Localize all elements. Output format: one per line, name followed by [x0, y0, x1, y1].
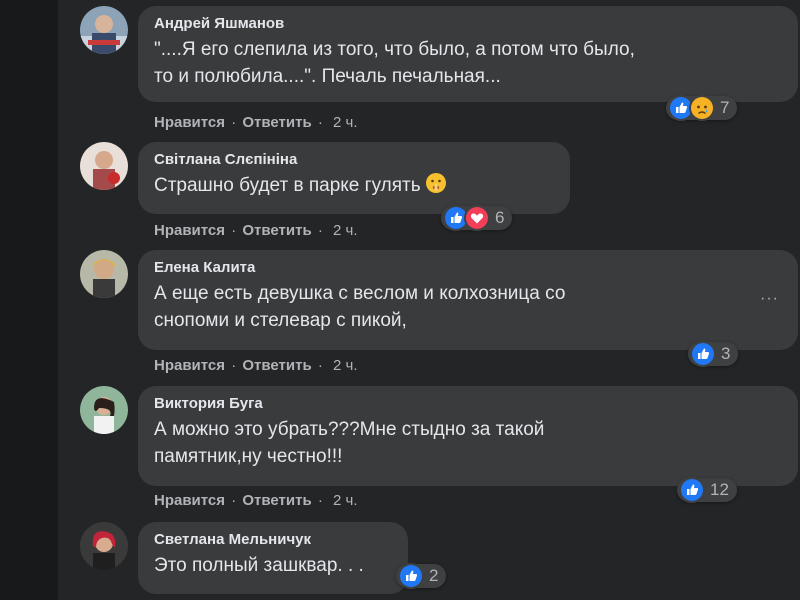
reply-button[interactable]: Ответить: [242, 222, 311, 239]
author-name[interactable]: Світлана Слєпініна: [154, 150, 554, 169]
comment-bubble: Виктория Буга А можно это убрать???Мне с…: [138, 386, 798, 486]
reply-button[interactable]: Ответить: [242, 492, 311, 509]
comment-text: Это полный зашквар. . .: [154, 555, 364, 576]
comment-actions: Нравится · Ответить · 2 ч.: [154, 492, 358, 509]
reaction-count: 3: [721, 344, 731, 363]
avatar[interactable]: [80, 6, 128, 54]
like-icon: [398, 563, 424, 589]
like-button[interactable]: Нравится: [154, 357, 225, 374]
reaction-summary[interactable]: 7: [666, 95, 738, 121]
reaction-summary[interactable]: 12: [677, 477, 737, 503]
more-options-icon[interactable]: ···: [760, 290, 779, 308]
avatar[interactable]: [80, 386, 128, 434]
like-icon: [679, 477, 705, 503]
reaction-count: 7: [720, 98, 730, 117]
reaction-summary[interactable]: 6: [441, 205, 513, 231]
timestamp[interactable]: 2 ч.: [333, 492, 358, 509]
author-name[interactable]: Елена Калита: [154, 258, 782, 277]
avatar[interactable]: [80, 250, 128, 298]
author-name[interactable]: Андрей Яшманов: [154, 14, 782, 33]
shushing-face-emoji: [425, 172, 447, 202]
timestamp[interactable]: 2 ч.: [333, 357, 358, 374]
comment-text: А можно это убрать???Мне стыдно за такой…: [154, 419, 545, 467]
comment-actions: Нравится · Ответить · 2 ч.: [154, 222, 358, 239]
love-icon: [464, 205, 490, 231]
comment-bubble: Елена Калита А еще есть девушка с веслом…: [138, 250, 798, 350]
reply-button[interactable]: Ответить: [242, 357, 311, 374]
reaction-count: 6: [495, 208, 505, 227]
like-button[interactable]: Нравится: [154, 492, 225, 509]
timestamp[interactable]: 2 ч.: [333, 222, 358, 239]
avatar[interactable]: [80, 142, 128, 190]
comment-bubble: Светлана Мельничук Это полный зашквар. .…: [138, 522, 408, 594]
like-icon: [690, 341, 716, 367]
comment-bubble: Світлана Слєпініна Страшно будет в парке…: [138, 142, 570, 214]
comment-actions: Нравится · Ответить · 2 ч.: [154, 357, 358, 374]
timestamp[interactable]: 2 ч.: [333, 114, 358, 131]
sad-icon: [689, 95, 715, 121]
comment-bubble: Андрей Яшманов "....Я его слепила из тог…: [138, 6, 798, 102]
reply-button[interactable]: Ответить: [242, 114, 311, 131]
comments-panel: Андрей Яшманов "....Я его слепила из тог…: [58, 0, 800, 600]
author-name[interactable]: Светлана Мельничук: [154, 530, 392, 549]
comment-text: "....Я его слепила из того, что было, а …: [154, 39, 635, 87]
reaction-summary[interactable]: 3: [688, 341, 739, 367]
like-button[interactable]: Нравится: [154, 114, 225, 131]
author-name[interactable]: Виктория Буга: [154, 394, 782, 413]
comment-text: Страшно будет в парке гулять: [154, 172, 554, 202]
comment-actions: Нравится · Ответить · 2 ч.: [154, 114, 358, 131]
reaction-count: 2: [429, 566, 439, 585]
avatar[interactable]: [80, 522, 128, 570]
reaction-summary[interactable]: 2: [396, 563, 447, 589]
reaction-count: 12: [710, 480, 729, 499]
comment-text: А еще есть девушка с веслом и колхозница…: [154, 283, 566, 331]
like-button[interactable]: Нравится: [154, 222, 225, 239]
